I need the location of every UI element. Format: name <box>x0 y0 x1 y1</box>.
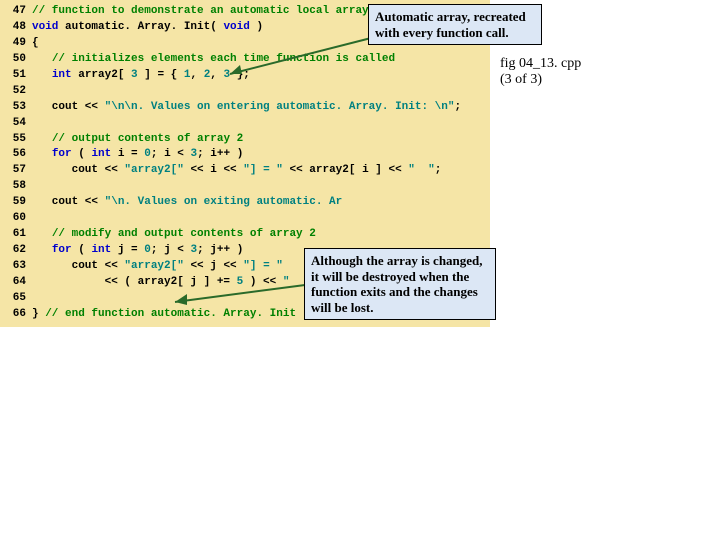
code-line: 61 // modify and output contents of arra… <box>0 227 490 243</box>
line-number: 49 <box>0 36 32 52</box>
code-content: // output contents of array 2 <box>32 132 243 148</box>
code-line: 59 cout << "\n. Values on exiting automa… <box>0 195 490 211</box>
line-number: 63 <box>0 259 32 275</box>
line-number: 64 <box>0 275 32 291</box>
code-content: for ( int j = 0; j < 3; j++ ) <box>32 243 243 259</box>
line-number: 51 <box>0 68 32 84</box>
line-number: 48 <box>0 20 32 36</box>
arrow-to-int-line <box>220 32 380 82</box>
line-number: 50 <box>0 52 32 68</box>
file-label: fig 04_13. cpp <box>500 56 581 72</box>
line-number: 57 <box>0 163 32 179</box>
line-number: 59 <box>0 195 32 211</box>
line-number: 47 <box>0 4 32 20</box>
code-content: cout << "array2[" << j << "] = " <box>32 259 283 275</box>
code-line: 52 <box>0 84 490 100</box>
callout-automatic-array: Automatic array, recreated with every fu… <box>368 4 542 45</box>
line-number: 62 <box>0 243 32 259</box>
line-number: 60 <box>0 211 32 227</box>
line-number: 52 <box>0 84 32 100</box>
code-content: { <box>32 36 39 52</box>
code-line: 54 <box>0 116 490 132</box>
arrow-to-for-j <box>165 280 315 310</box>
line-number: 66 <box>0 307 32 323</box>
code-block: Automatic array, recreated with every fu… <box>0 0 490 327</box>
code-line: 57 cout << "array2[" << i << "] = " << a… <box>0 163 490 179</box>
line-number: 55 <box>0 132 32 148</box>
page-label: (3 of 3) <box>500 72 581 88</box>
line-number: 61 <box>0 227 32 243</box>
code-line: 60 <box>0 211 490 227</box>
line-number: 53 <box>0 100 32 116</box>
callout-destroyed: Although the array is changed, it will b… <box>304 248 496 320</box>
line-number: 58 <box>0 179 32 195</box>
code-content: for ( int i = 0; i < 3; i++ ) <box>32 147 243 163</box>
code-content: // function to demonstrate an automatic … <box>32 4 369 20</box>
code-content: cout << "\n. Values on exiting automatic… <box>32 195 342 211</box>
line-number: 56 <box>0 147 32 163</box>
code-content: cout << "array2[" << i << "] = " << arra… <box>32 163 441 179</box>
code-content: // modify and output contents of array 2 <box>32 227 316 243</box>
code-line: 58 <box>0 179 490 195</box>
code-line: 55 // output contents of array 2 <box>0 132 490 148</box>
line-number: 54 <box>0 116 32 132</box>
code-line: 53 cout << "\n\n. Values on entering aut… <box>0 100 490 116</box>
code-line: 56 for ( int i = 0; i < 3; i++ ) <box>0 147 490 163</box>
line-number: 65 <box>0 291 32 307</box>
code-content: cout << "\n\n. Values on entering automa… <box>32 100 461 116</box>
code-content: int array2[ 3 ] = { 1, 2, 3 }; <box>32 68 250 84</box>
side-label: fig 04_13. cpp (3 of 3) <box>500 56 581 88</box>
